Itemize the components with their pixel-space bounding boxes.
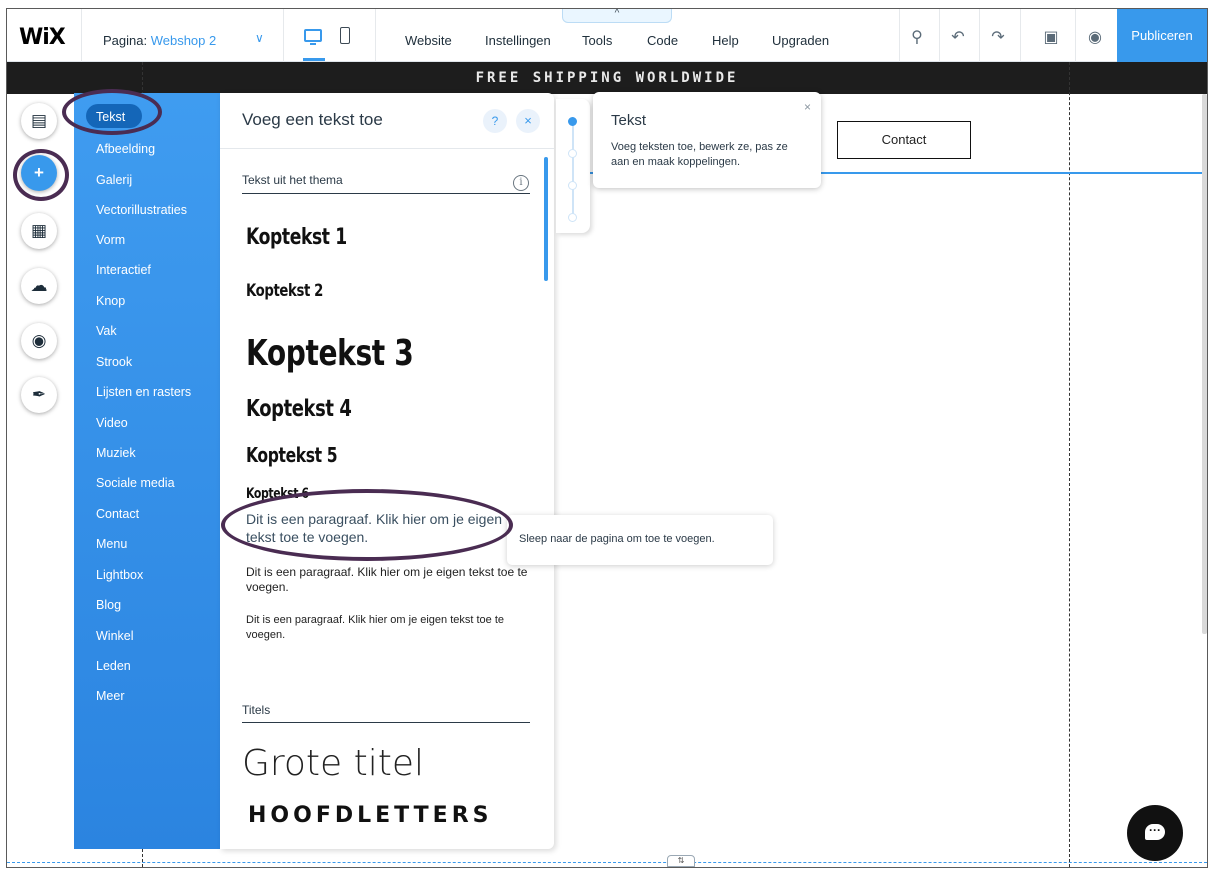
drag-hint-tooltip: Sleep naar de pagina om toe te voegen.	[507, 515, 773, 565]
menu-upgraden[interactable]: Upgraden	[772, 33, 829, 48]
category-galerij[interactable]: Galerij	[96, 173, 132, 187]
category-interactief[interactable]: Interactief	[96, 263, 151, 277]
chevron-down-icon[interactable]: ∨	[255, 31, 264, 45]
app-market-icon[interactable]: ▦	[21, 213, 57, 249]
section-divider	[242, 722, 530, 723]
shipping-banner[interactable]: FREE SHIPPING WORLDWIDE	[7, 62, 1207, 94]
panel-title: Voeg een tekst toe	[242, 110, 383, 129]
divider	[81, 9, 82, 62]
divider	[375, 9, 376, 62]
undo-icon[interactable]: ↶	[948, 28, 968, 48]
heading-3-preset[interactable]: Koptekst 3	[246, 333, 414, 374]
drag-hint-text: Sleep naar de pagina om toe te voegen.	[519, 533, 715, 545]
collapse-topbar-button[interactable]: ^	[562, 9, 672, 23]
editor-window: WiX Pagina: Webshop 2 ∨ Website Instelli…	[6, 8, 1208, 868]
info-icon[interactable]: i	[513, 175, 529, 191]
category-leden[interactable]: Leden	[96, 659, 131, 673]
annotation-circle	[62, 89, 162, 135]
chat-icon[interactable]: ◉	[21, 323, 57, 359]
panel-scrollbar[interactable]	[544, 157, 548, 281]
divider	[939, 9, 940, 62]
mobile-view-icon[interactable]	[340, 27, 350, 44]
footer-boundary	[7, 862, 1207, 863]
desktop-view-icon[interactable]	[304, 29, 322, 45]
category-meer[interactable]: Meer	[96, 689, 124, 703]
stepper-dot[interactable]	[568, 181, 577, 190]
tooltip-body: Voeg teksten toe, bewerk ze, pas ze aan …	[611, 141, 788, 168]
caps-title-preset[interactable]: HOOFDLETTERS	[248, 803, 493, 828]
tekst-tooltip: Tekst Voeg teksten toe, bewerk ze, pas z…	[593, 92, 821, 188]
blog-pen-icon[interactable]: ✒	[21, 377, 57, 413]
menu-code[interactable]: Code	[647, 33, 678, 48]
preview-icon[interactable]: ◉	[1085, 28, 1105, 48]
tooltip-title: Tekst	[611, 112, 647, 129]
top-bar: WiX Pagina: Webshop 2 ∨ Website Instelli…	[7, 9, 1207, 62]
page-name: Webshop 2	[150, 33, 217, 48]
pages-icon[interactable]: ▤	[21, 103, 57, 139]
category-contact[interactable]: Contact	[96, 507, 139, 521]
category-vak[interactable]: Vak	[96, 324, 117, 338]
category-vorm[interactable]: Vorm	[96, 233, 125, 247]
save-icon[interactable]: ▣	[1041, 28, 1061, 48]
category-lijsten-en-rasters[interactable]: Lijsten en rasters	[96, 385, 191, 399]
page-selector[interactable]: Pagina: Webshop 2	[103, 33, 216, 48]
divider	[283, 9, 284, 62]
section-divider	[242, 193, 530, 194]
publish-button[interactable]: Publiceren	[1117, 9, 1207, 62]
menu-help[interactable]: Help	[712, 33, 739, 48]
divider	[1075, 9, 1076, 62]
zoom-icon[interactable]: ⚲	[907, 28, 927, 48]
category-lightbox[interactable]: Lightbox	[96, 568, 143, 582]
paragraph-medium-preset[interactable]: Dit is een paragraaf. Klik hier om je ei…	[246, 565, 546, 595]
contact-button[interactable]: Contact	[837, 121, 971, 159]
close-icon[interactable]: ×	[516, 109, 540, 133]
paragraph-small-preset[interactable]: Dit is een paragraaf. Klik hier om je ei…	[246, 613, 546, 643]
titles-section-label: Titels	[242, 703, 271, 717]
category-knop[interactable]: Knop	[96, 294, 125, 308]
divider	[979, 9, 980, 62]
chat-button[interactable]: ···	[1127, 805, 1183, 861]
heading-1-preset[interactable]: Koptekst 1	[246, 225, 347, 250]
category-winkel[interactable]: Winkel	[96, 629, 134, 643]
upload-icon[interactable]: ☁	[21, 268, 57, 304]
menu-instellingen[interactable]: Instellingen	[485, 33, 551, 48]
divider	[1020, 9, 1021, 62]
section-stepper	[556, 99, 590, 233]
heading-5-preset[interactable]: Koptekst 5	[246, 443, 338, 467]
category-afbeelding[interactable]: Afbeelding	[96, 142, 155, 156]
help-icon[interactable]: ?	[483, 109, 507, 133]
chat-bubble-icon: ···	[1145, 824, 1165, 840]
annotation-circle	[13, 149, 69, 201]
menu-tools[interactable]: Tools	[582, 33, 612, 48]
gridline-right	[1069, 62, 1070, 867]
heading-4-preset[interactable]: Koptekst 4	[246, 396, 352, 422]
category-strook[interactable]: Strook	[96, 355, 132, 369]
stepper-track	[572, 117, 574, 217]
stepper-dot[interactable]	[568, 149, 577, 158]
category-menu[interactable]: Menu	[96, 537, 127, 551]
category-video[interactable]: Video	[96, 416, 128, 430]
theme-section-label: Tekst uit het thema	[242, 173, 343, 187]
category-muziek[interactable]: Muziek	[96, 446, 136, 460]
page-prefix: Pagina:	[103, 33, 151, 48]
stepper-dot[interactable]	[568, 117, 577, 126]
wix-logo[interactable]: WiX	[19, 25, 66, 50]
big-title-preset[interactable]: Grote titel	[242, 743, 424, 784]
divider	[899, 9, 900, 62]
add-panel-categories: Tekst Afbeelding Galerij Vectorillustrat…	[74, 93, 220, 849]
heading-2-preset[interactable]: Koptekst 2	[246, 281, 323, 301]
add-panel-content: Voeg een tekst toe ? × Tekst uit het the…	[220, 93, 554, 849]
annotation-circle	[221, 489, 513, 561]
active-view-indicator	[303, 58, 325, 61]
divider	[220, 148, 554, 149]
category-blog[interactable]: Blog	[96, 598, 121, 612]
category-vectorillustraties[interactable]: Vectorillustraties	[96, 203, 187, 217]
redo-icon[interactable]: ↷	[988, 28, 1008, 48]
resize-handle[interactable]: ⇅	[667, 855, 695, 867]
menu-website[interactable]: Website	[405, 33, 452, 48]
canvas-scrollbar[interactable]	[1202, 94, 1207, 634]
close-icon[interactable]: ×	[804, 100, 811, 114]
stepper-dot[interactable]	[568, 213, 577, 222]
category-sociale-media[interactable]: Sociale media	[96, 476, 175, 490]
